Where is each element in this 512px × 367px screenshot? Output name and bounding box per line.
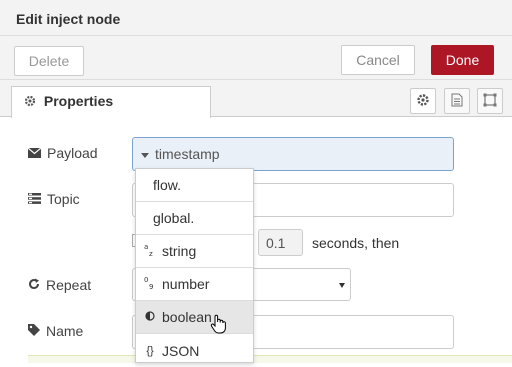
number-type-icon: 09 [144,276,156,293]
option-label: global. [153,210,195,226]
dropdown-option-boolean[interactable]: boolean [136,301,253,334]
tab-properties-label: Properties [43,93,114,109]
topic-label: Topic [28,191,80,207]
svg-text:9: 9 [149,283,153,290]
seconds-suffix-label: seconds, then [312,235,400,251]
tip-box [28,355,512,363]
json-type-icon: {} [146,344,154,357]
tab-settings-button[interactable] [410,88,436,114]
done-button[interactable]: Done [431,45,494,75]
payload-label-text: Payload [47,145,98,161]
boolean-type-icon [144,310,156,324]
option-label: flow. [153,177,182,193]
option-label: string [162,243,197,259]
caret-down-icon [141,153,149,158]
envelope-icon [27,145,42,161]
tab-appearance-button[interactable] [477,88,503,114]
string-type-icon: az [144,243,156,260]
svg-text:z: z [149,250,153,257]
tab-properties[interactable]: Properties [11,86,211,118]
appearance-icon [483,93,497,110]
svg-text:a: a [144,243,148,251]
seconds-value: 0.1 [266,235,286,251]
gear-icon [24,88,36,116]
inject-once-seconds-input[interactable]: 0.1 [258,229,303,256]
dropdown-option-string[interactable]: az string [136,235,253,268]
repeat-label-text: Repeat [46,277,92,293]
payload-type-select[interactable]: timestamp [132,137,454,171]
cancel-button[interactable]: Cancel [341,45,415,75]
caret-down-icon [339,283,345,288]
gear-icon [416,93,430,110]
repeat-label: Repeat [28,277,91,293]
dialog-title: Edit inject node [16,11,121,27]
repeat-icon [28,277,40,293]
dialog-actionbar: Delete Cancel Done [0,36,512,80]
payload-type-dropdown: flow. global. az string 09 number boolea… [135,168,254,363]
tab-description-button[interactable] [444,88,470,114]
svg-text:0: 0 [144,276,148,284]
description-icon [451,93,463,110]
name-label-text: Name [46,323,84,339]
dialog-titlebar: Edit inject node [0,0,512,36]
dropdown-option-global[interactable]: global. [136,202,253,235]
topic-label-text: Topic [47,191,80,207]
payload-label: Payload [27,145,98,161]
dropdown-option-json[interactable]: {} JSON [136,334,253,367]
option-label: JSON [162,342,200,359]
option-label: boolean [162,309,212,325]
option-label: number [162,276,210,292]
delete-button[interactable]: Delete [14,46,84,76]
name-label: Name [28,323,83,339]
tasks-icon [28,191,41,207]
hand-cursor-icon [210,314,228,337]
tag-icon [28,323,40,339]
dropdown-option-flow[interactable]: flow. [136,169,253,202]
dropdown-option-number[interactable]: 09 number [136,268,253,301]
payload-type-value: timestamp [155,146,220,162]
